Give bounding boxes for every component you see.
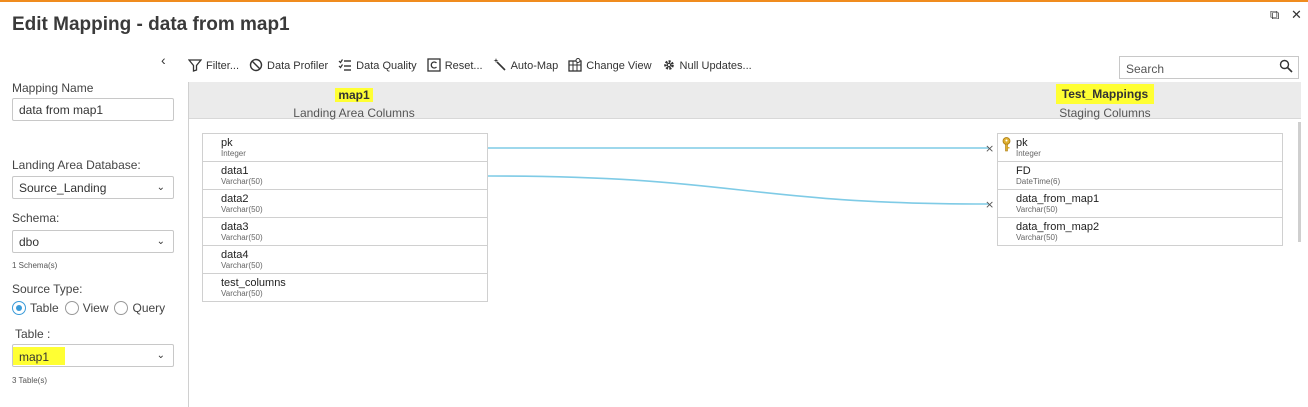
- mapping-links: ××: [487, 142, 994, 211]
- remove-mapping-icon[interactable]: ×: [985, 142, 994, 155]
- mapping-line[interactable]: [487, 175, 990, 205]
- remove-mapping-icon[interactable]: ×: [985, 198, 994, 211]
